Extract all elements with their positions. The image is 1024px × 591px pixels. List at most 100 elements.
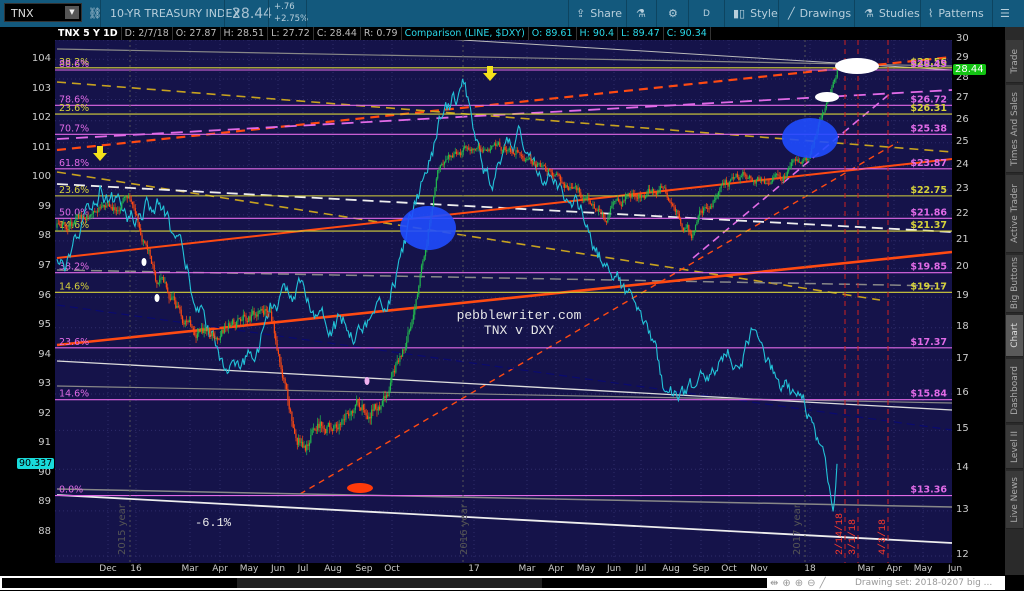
info-date: D: 2/7/18 [122,27,173,40]
pct-change: +2.75% [274,14,309,24]
candle [150,255,153,264]
crosshair-icon[interactable]: ⊕ [782,578,790,589]
year-label: 2015 year [117,503,128,555]
watermark: pebblewriter.com [457,308,582,323]
style-button[interactable]: ▮▯ Style [733,0,778,27]
fib-pct-label: 23.6% [59,185,89,196]
chart-tools: ⇹ ⊕ ⊕ ⊖ ╱ [770,576,826,590]
fib-price-label: $19.17 [910,281,947,292]
x-tick-label: Oct [721,564,737,574]
subtitle: TNX v DXY [484,323,554,338]
tnx-tick-label: 18 [956,320,969,332]
pink-dot [364,377,370,385]
x-tick-label: 17 [468,564,480,574]
current-price-badge: 28.44 [953,64,986,76]
sidebar-tab-trade[interactable]: Trade [1006,40,1023,83]
blue-ellipse-2016 [400,206,456,250]
fib-pct-label: 61.8% [59,158,89,169]
dxy-tick-label: 93 [38,378,51,390]
candle [333,424,335,432]
blue-ellipse-2018 [782,118,838,158]
info-high: H: 28.51 [221,27,269,40]
dxy-tick-label: 94 [38,348,51,360]
menu-icon[interactable]: ☰ [1000,0,1010,27]
fib-price-label: $28.45 [910,59,947,70]
candle [144,240,146,244]
sidebar-tab-label: Level II [1009,430,1020,463]
tnx-tick-label: 24 [956,158,969,170]
cmp-low: L: 89.47 [618,27,664,40]
info-open: O: 27.87 [173,27,221,40]
x-tick-label: May [913,564,933,574]
tnx-tick-label: 29 [956,52,969,64]
dxy-price-badge: 90.337 [17,457,55,469]
x-tick-label: Jun [947,564,963,574]
x-tick-label: Jun [606,564,622,574]
sidebar-tab-active-trader[interactable]: Active Trader [1006,175,1023,253]
tnx-tick-label: 23 [956,182,969,194]
zoom-in-icon[interactable]: ⊕ [795,578,803,589]
flask-icon[interactable]: ⚗ [636,0,646,27]
sidebar-tab-big-buttons[interactable]: Big Buttons [1006,255,1023,313]
gear-icon[interactable]: ⚙ [668,0,678,27]
dxy-tick-label: 100 [31,171,51,183]
pan-icon[interactable]: ⇹ [770,578,778,589]
candle [694,224,697,233]
info-range: R: 0.79 [361,27,402,40]
x-tick-label: Apr [212,564,228,574]
x-tick-label: Mar [518,564,536,574]
sidebar-tab-times-and-sales[interactable]: Times And Sales [1006,85,1023,173]
flask-icon: ⚗ [864,7,874,20]
sidebar-tab-label: Times And Sales [1009,91,1020,166]
tnx-tick-label: 14 [956,462,969,474]
dxy-tick-label: 101 [31,141,51,153]
tnx-tick-label: 19 [956,290,969,302]
sidebar-tab-live-news[interactable]: Live News [1006,471,1023,529]
tnx-axis[interactable]: 12 13 14 15 16 17 18 19 20 21 22 23 24 25 26 27 28 29 30 28… [952,27,1005,563]
candle [248,315,250,323]
toolbar: TNX ▼ ⛓ 10-YR TREASURY INDEX 28.44 +.76 +… [0,0,1024,27]
sidebar-tab-chart[interactable]: Chart [1006,315,1023,357]
chart-scrollbar-area: ⇹ ⊕ ⊕ ⊖ ╱ Drawing set: 2018-0207 big ... [0,576,1005,590]
x-tick-label: Jun [270,564,286,574]
dxy-tick-label: 89 [38,496,51,508]
candle [373,403,375,412]
x-tick-label: Oct [384,564,400,574]
dxy-axis[interactable]: 88 89 90 91 92 93 94 95 96 97 98 99 100 101 102 103 104 9… [0,40,55,563]
drawings-button[interactable]: ╱ Drawings [788,0,851,27]
year-label: 2017 year [792,503,803,555]
tnx-tick-label: 25 [956,135,969,147]
symbol-input[interactable]: TNX ▼ [4,3,82,22]
sidebar-tab-dashboard[interactable]: Dashboard [1006,359,1023,423]
draw-line-icon[interactable]: ╱ [820,578,826,589]
chevron-down-icon[interactable]: ▼ [65,6,79,19]
candle [122,197,124,204]
candle [221,329,223,338]
x-tick-label: 18 [804,564,816,574]
price-chart[interactable]: 38.2% $28.5688.6% $28.4578.6% $26.7223.6% $2… [0,0,1024,591]
sidebar-tab-label: Chart [1009,323,1020,348]
drawing-set-label[interactable]: Drawing set: 2018-0207 big ... [855,578,992,588]
fib-pct-label: 70.7% [59,123,89,134]
share-button[interactable]: ⇪ Share [576,0,622,27]
studies-button[interactable]: ⚗ Studies [864,0,920,27]
chart-info-bar: TNX 5 Y 1D D: 2/7/18 O: 27.87 H: 28.51 L… [55,27,952,40]
sidebar-tab-label: Live News [1009,476,1020,523]
zoom-out-icon[interactable]: ⊖ [807,578,815,589]
comparison-label[interactable]: Comparison (LINE, $DXY) [402,27,529,40]
scrollbar-track[interactable] [2,578,767,588]
fib-price-label: $21.86 [910,207,947,218]
white-ellipse-top [835,58,879,74]
aggregation-button[interactable]: D [703,0,710,27]
fib-price-label: $13.36 [910,485,947,496]
x-tick-label: Mar [857,564,875,574]
candle [573,186,575,189]
sidebar-tab-level-ii[interactable]: Level II [1006,425,1023,469]
patterns-button[interactable]: ⌇ Patterns [928,0,984,27]
fib-price-label: $19.85 [910,262,947,273]
candle [68,225,70,231]
dxy-tick-label: 103 [31,82,51,94]
time-axis[interactable]: Dec 16 Mar Apr May Jun Jul Aug Sep Oct 17 Mar Apr May… [55,563,962,576]
scrollbar-thumb[interactable] [237,578,542,588]
x-tick-label: Sep [355,564,373,574]
